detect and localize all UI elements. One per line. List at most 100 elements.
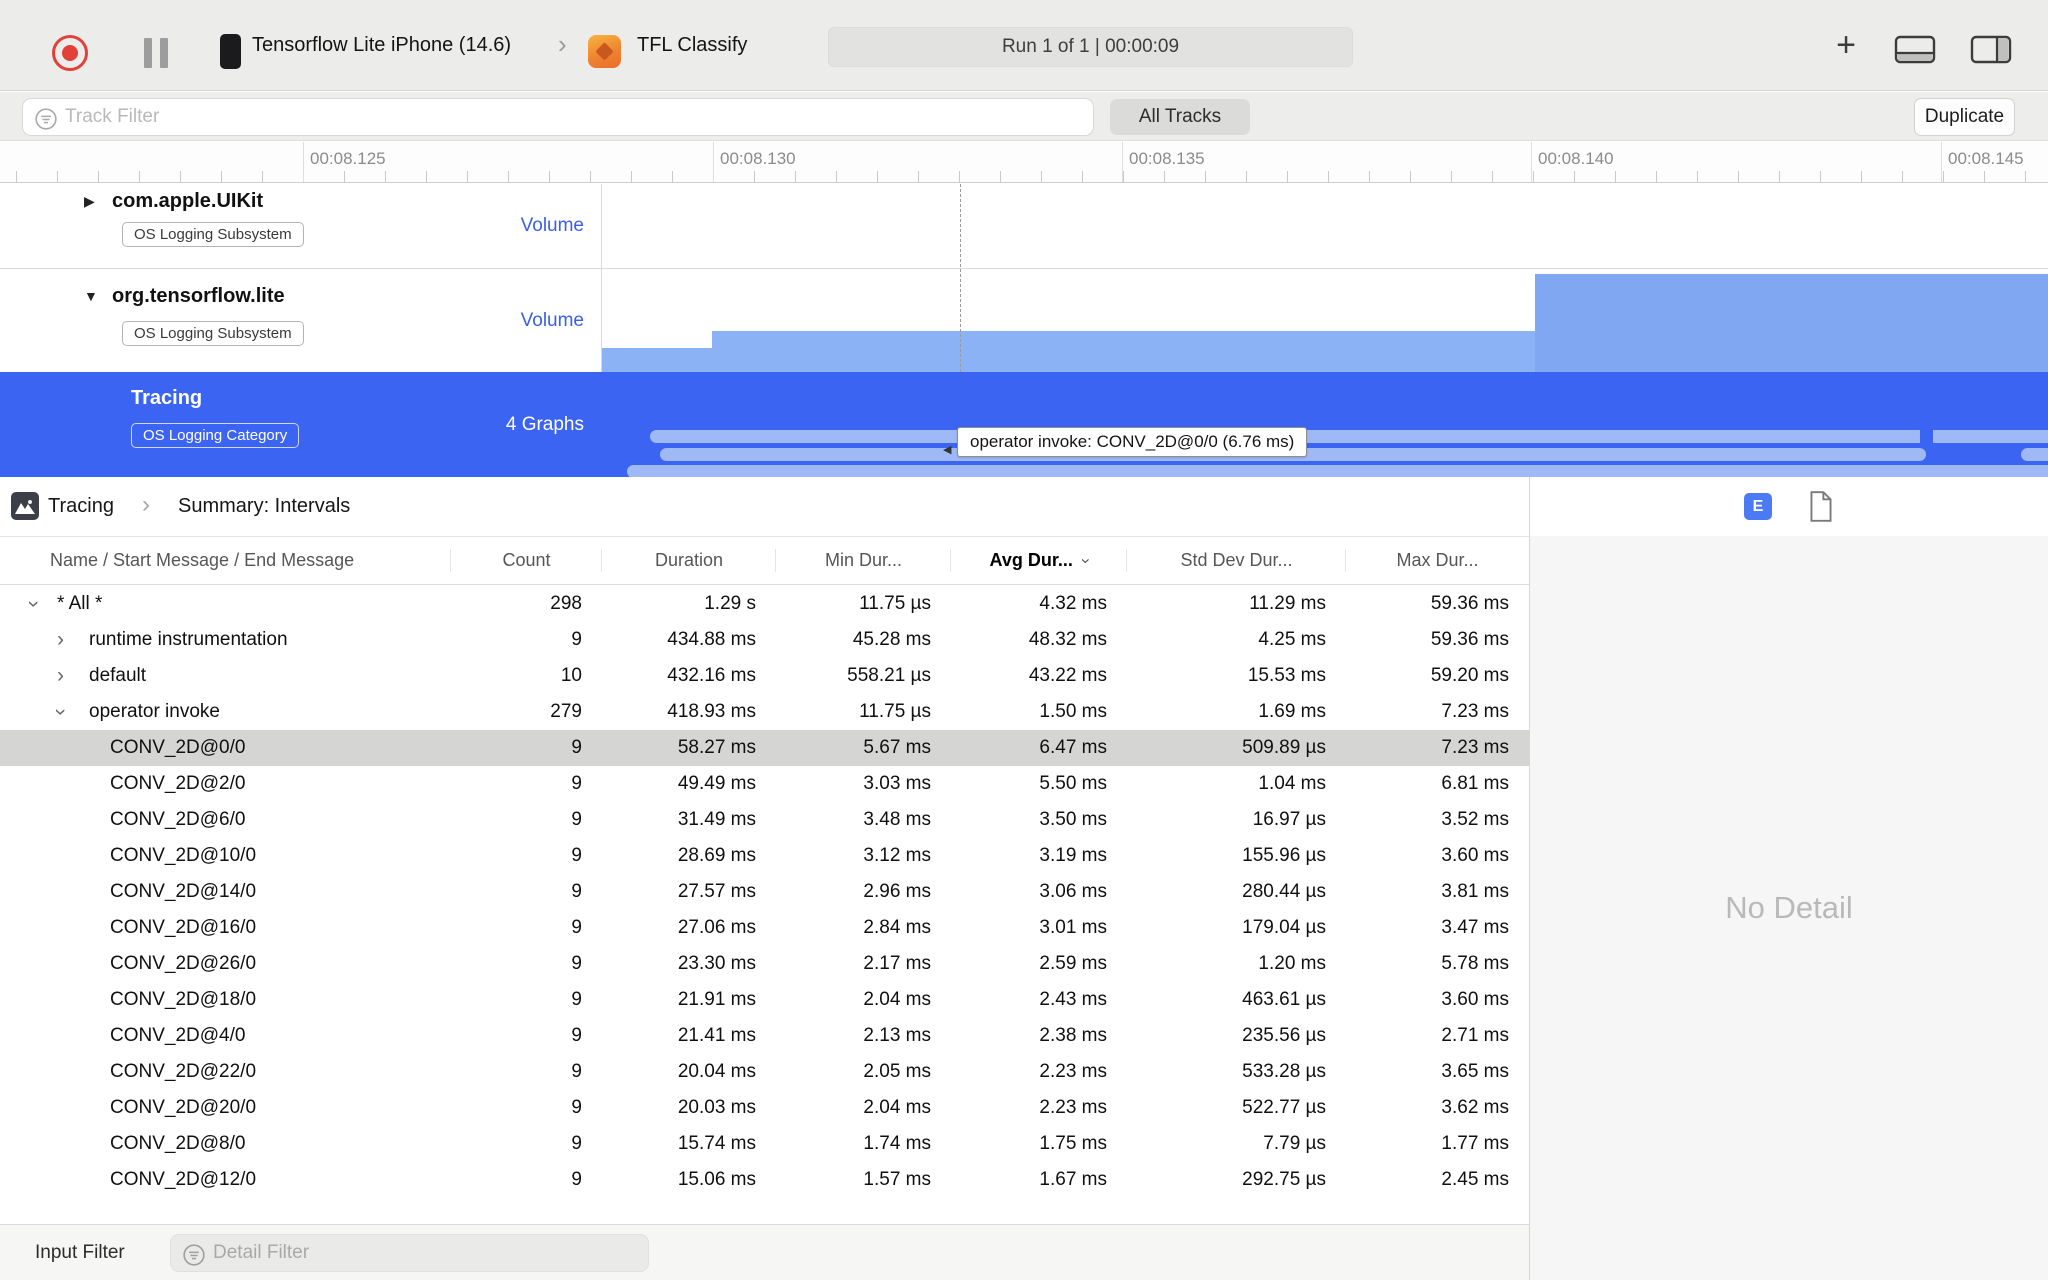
volume-bar-segment[interactable] [1535,274,2048,372]
volume-bar-segment[interactable] [601,348,712,372]
interval-bar[interactable] [2021,448,2048,461]
cell-min-duration: 2.17 ms [863,953,931,974]
input-filter-label[interactable]: Input Filter [35,1225,125,1281]
cell-min-duration: 1.74 ms [863,1133,931,1154]
cell-max-duration: 3.81 ms [1441,881,1509,902]
cell-avg-duration: 2.23 ms [1039,1097,1107,1118]
column-header-max[interactable]: Max Dur... [1346,537,1529,584]
column-header-avg-sorted[interactable]: Avg Dur... › [951,537,1127,584]
cell-stddev-duration: 1.04 ms [1258,773,1326,794]
disclosure-triangle-expanded[interactable]: ▼ [84,288,98,304]
track-area: ▶ com.apple.UIKit OS Logging Subsystem V… [0,184,2048,478]
document-icon-button[interactable] [1806,491,1836,522]
cell-min-duration: 2.96 ms [863,881,931,902]
interval-bar[interactable] [1933,430,2048,443]
panel-divider[interactable] [1529,477,1530,1280]
cell-count: 9 [571,1061,582,1082]
device-selector[interactable]: Tensorflow Lite iPhone (14.6) [252,0,511,91]
cell-avg-duration: 2.59 ms [1039,953,1107,974]
pause-button[interactable] [144,38,168,68]
inspector-e-button[interactable]: E [1744,493,1772,520]
cell-duration: 15.74 ms [677,1133,756,1154]
toggle-bottom-pane-button[interactable] [1894,34,1936,64]
track-row-tensorflow[interactable]: ▼ org.tensorflow.lite OS Logging Subsyst… [0,270,2048,372]
disclosure-triangle-collapsed[interactable]: ▶ [84,193,95,210]
cell-name: CONV_2D@22/0 [110,1061,257,1082]
timeline-ruler[interactable]: 00:08.125 00:08.130 00:08.135 00:08.140 00:0… [0,142,2048,183]
ruler-major-tick: 00:08.135 [1122,142,1205,182]
volume-bar-segment[interactable] [712,331,1535,372]
breadcrumb-root[interactable]: Tracing [48,477,114,536]
column-header-name[interactable]: Name / Start Message / End Message [0,537,451,584]
cell-max-duration: 3.62 ms [1441,1097,1509,1118]
disclosure-chevron[interactable] [57,622,77,658]
cell-min-duration: 2.05 ms [863,1061,931,1082]
table-row[interactable]: * All * 298 1.29 s 11.75 µs 4.32 ms 11.2… [0,586,1529,622]
cell-count: 9 [571,629,582,650]
table-row[interactable]: operator invoke 279 418.93 ms 11.75 µs 1… [0,694,1529,730]
track-row-uikit[interactable]: ▶ com.apple.UIKit OS Logging Subsystem V… [0,184,2048,269]
track-meta: Volume [520,215,584,236]
table-row[interactable]: CONV_2D@8/0 9 15.74 ms 1.74 ms 1.75 ms 7… [0,1126,1529,1162]
column-header-duration[interactable]: Duration [602,537,776,584]
cell-duration: 49.49 ms [677,773,756,794]
table-row[interactable]: CONV_2D@0/0 9 58.27 ms 5.67 ms 6.47 ms 5… [0,730,1529,766]
breadcrumb-page[interactable]: Summary: Intervals [178,477,350,536]
cell-min-duration: 558.21 µs [847,665,931,686]
column-header-count[interactable]: Count [451,537,602,584]
cell-stddev-duration: 235.56 µs [1242,1025,1326,1046]
target-app-icon [588,35,621,68]
cell-stddev-duration: 509.89 µs [1242,737,1326,758]
add-instrument-button[interactable]: + [1824,22,1868,70]
table-row[interactable]: CONV_2D@22/0 9 20.04 ms 2.05 ms 2.23 ms … [0,1054,1529,1090]
cell-min-duration: 45.28 ms [852,629,931,650]
ruler-major-tick: 00:08.145 [1941,142,2024,182]
table-row[interactable]: CONV_2D@26/0 9 23.30 ms 2.17 ms 2.59 ms … [0,946,1529,982]
track-filter-input[interactable] [65,100,1075,134]
table-row[interactable]: CONV_2D@10/0 9 28.69 ms 3.12 ms 3.19 ms … [0,838,1529,874]
cell-min-duration: 11.75 µs [859,593,931,614]
table-row[interactable]: CONV_2D@18/0 9 21.91 ms 2.04 ms 2.43 ms … [0,982,1529,1018]
all-tracks-button[interactable]: All Tracks [1110,99,1250,135]
table-row[interactable]: CONV_2D@14/0 9 27.57 ms 2.96 ms 3.06 ms … [0,874,1529,910]
cell-max-duration: 3.60 ms [1441,989,1509,1010]
document-icon [1810,491,1832,522]
disclosure-chevron[interactable] [57,658,77,694]
minor-ticks [0,171,2048,182]
cell-count: 10 [560,665,582,686]
disclosure-chevron[interactable] [57,694,77,730]
cell-duration: 27.06 ms [677,917,756,938]
column-header-stddev[interactable]: Std Dev Dur... [1127,537,1346,584]
table-row[interactable]: runtime instrumentation 9 434.88 ms 45.2… [0,622,1529,658]
toggle-right-pane-button[interactable] [1970,34,2012,64]
right-pane-icon [1970,35,2012,64]
track-row-tracing-selected[interactable]: Tracing OS Logging Category 4 Graphs ope… [0,372,2048,478]
cell-stddev-duration: 155.96 µs [1242,845,1326,866]
cell-count: 9 [571,737,582,758]
track-filter-field[interactable] [22,98,1094,136]
cell-max-duration: 6.81 ms [1441,773,1509,794]
cell-name: CONV_2D@10/0 [110,845,257,866]
track-meta: Volume [520,310,584,331]
cell-stddev-duration: 7.79 µs [1263,1133,1326,1154]
table-row[interactable]: CONV_2D@4/0 9 21.41 ms 2.13 ms 2.38 ms 2… [0,1018,1529,1054]
cell-stddev-duration: 292.75 µs [1242,1169,1326,1190]
table-row[interactable]: CONV_2D@6/0 9 31.49 ms 3.48 ms 3.50 ms 1… [0,802,1529,838]
record-button[interactable] [52,35,88,71]
duplicate-button[interactable]: Duplicate [1914,98,2015,136]
column-header-min[interactable]: Min Dur... [776,537,951,584]
tracing-instrument-icon [11,492,39,520]
disclosure-chevron[interactable] [30,586,50,622]
table-row[interactable]: CONV_2D@16/0 9 27.06 ms 2.84 ms 3.01 ms … [0,910,1529,946]
table-row[interactable]: CONV_2D@20/0 9 20.03 ms 2.04 ms 2.23 ms … [0,1090,1529,1126]
table-row[interactable]: CONV_2D@12/0 9 15.06 ms 1.57 ms 1.67 ms … [0,1162,1529,1198]
cell-stddev-duration: 522.77 µs [1242,1097,1326,1118]
table-row[interactable]: CONV_2D@2/0 9 49.49 ms 3.03 ms 5.50 ms 1… [0,766,1529,802]
inspection-playhead-line [960,184,961,372]
target-selector[interactable]: TFL Classify [637,0,747,91]
detail-filter-input[interactable] [213,1236,633,1270]
detail-filter-field[interactable] [170,1234,649,1272]
cell-min-duration: 2.13 ms [863,1025,931,1046]
table-row[interactable]: default 10 432.16 ms 558.21 µs 43.22 ms … [0,658,1529,694]
track-badge: OS Logging Subsystem [122,222,304,247]
